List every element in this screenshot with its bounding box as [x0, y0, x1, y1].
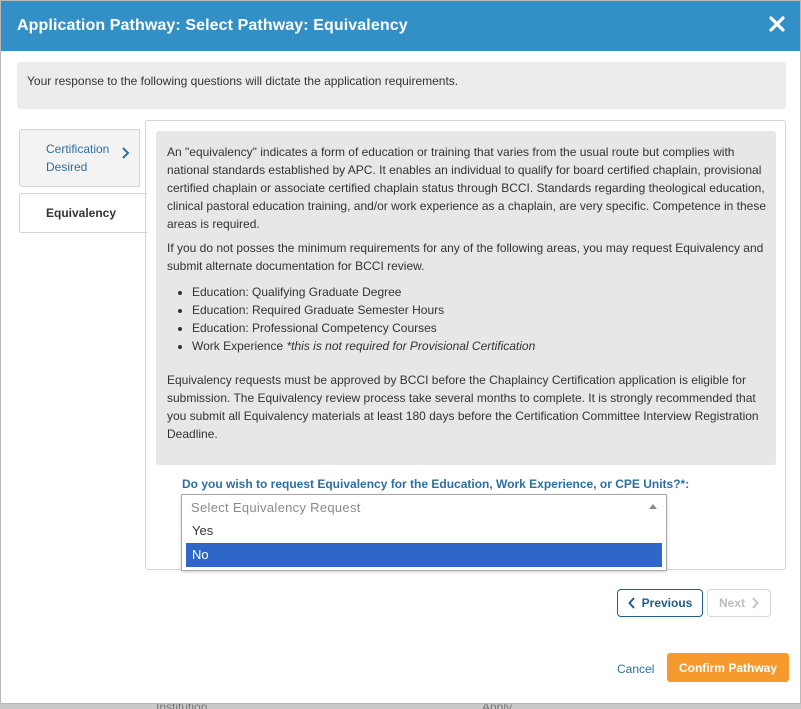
info-paragraph: An "equivalency" indicates a form of edu… — [167, 145, 766, 231]
next-label: Next — [718, 596, 745, 610]
confirm-pathway-button[interactable]: Confirm Pathway — [667, 653, 789, 682]
step-nav: Certification Desired Equivalency — [19, 129, 147, 233]
list-item: Education: Qualifying Graduate Degree — [192, 283, 766, 301]
next-button[interactable]: Next — [707, 589, 771, 617]
chevron-left-icon — [627, 597, 635, 609]
equivalency-question-label: Do you wish to request Equivalency for t… — [182, 477, 690, 491]
info-paragraph: If you do not posses the minimum require… — [167, 241, 764, 273]
select-placeholder[interactable]: Select Equivalency Request — [182, 495, 666, 519]
option-no[interactable]: No — [186, 543, 662, 567]
equivalency-info-box: An "equivalency" indicates a form of edu… — [156, 131, 776, 465]
chevron-right-icon — [122, 147, 130, 159]
list-item: Work Experience *this is not required fo… — [192, 337, 766, 355]
list-item: Education: Professional Competency Cours… — [192, 319, 766, 337]
chevron-right-icon — [752, 597, 759, 609]
info-paragraph: Equivalency requests must be approved by… — [167, 373, 759, 441]
list-item-note: *this is not required for Provisional Ce… — [286, 339, 536, 353]
modal-header: Application Pathway: Select Pathway: Equ… — [1, 1, 800, 51]
previous-label: Previous — [641, 596, 693, 610]
intro-banner: Your response to the following questions… — [17, 62, 786, 109]
application-pathway-modal: Application Pathway: Select Pathway: Equ… — [0, 0, 801, 704]
cancel-link[interactable]: Cancel — [617, 662, 654, 676]
step-content-panel: An "equivalency" indicates a form of edu… — [145, 120, 786, 571]
step-label: Equivalency — [46, 206, 117, 220]
list-item-text: Work Experience — [192, 339, 284, 353]
option-yes[interactable]: Yes — [186, 519, 662, 543]
close-icon[interactable] — [766, 13, 788, 35]
step-label: Certification Desired — [46, 142, 110, 174]
step-certification-desired[interactable]: Certification Desired — [19, 129, 140, 187]
requirements-list: Education: Qualifying Graduate Degree Ed… — [192, 283, 766, 355]
modal-title: Application Pathway: Select Pathway: Equ… — [17, 17, 408, 34]
step-equivalency[interactable]: Equivalency — [19, 193, 147, 233]
previous-button[interactable]: Previous — [617, 589, 703, 617]
select-placeholder-text: Select Equivalency Request — [191, 500, 361, 515]
list-item: Education: Required Graduate Semester Ho… — [192, 301, 766, 319]
equivalency-select[interactable]: Select Equivalency Request Yes No — [181, 494, 667, 571]
caret-up-icon — [649, 504, 657, 509]
